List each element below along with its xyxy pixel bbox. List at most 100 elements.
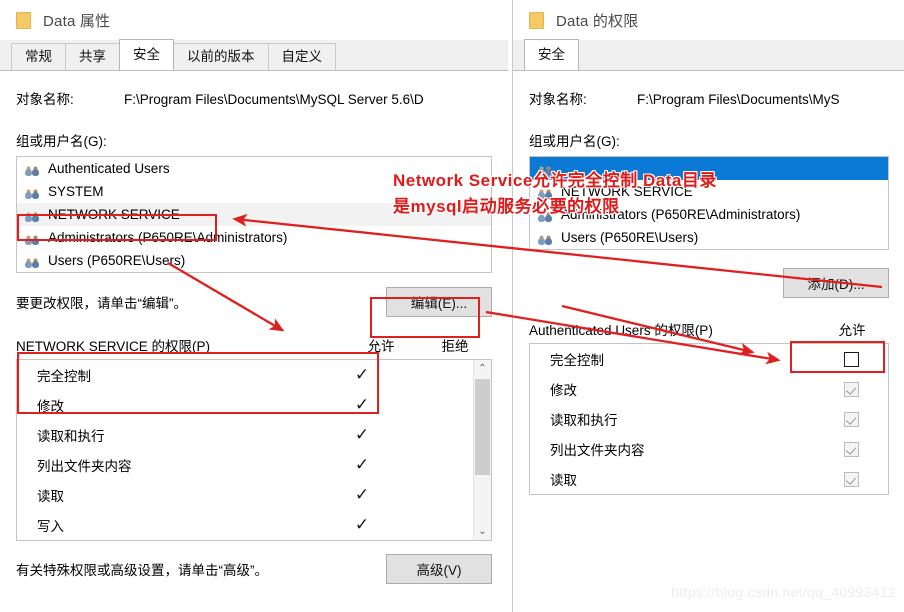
folder-icon <box>529 11 544 29</box>
permission-name: 读取 <box>550 473 577 488</box>
allow-cell[interactable]: ✓ <box>325 514 399 535</box>
allow-cell[interactable]: ✓ <box>325 396 399 414</box>
tab-security[interactable]: 安全 <box>524 39 579 70</box>
add-button-row: 添加(D)... <box>529 268 889 298</box>
left-titlebar: Data 属性 <box>0 0 508 40</box>
left-tabstrip: 常规 共享 安全 以前的版本 自定义 <box>0 39 508 71</box>
list-item-label: Administrators (P650RE\Administrators) <box>561 207 801 222</box>
allow-cell[interactable] <box>814 471 888 487</box>
list-item[interactable]: NETWORK SERVICE <box>530 180 888 203</box>
tab-security[interactable]: 安全 <box>119 39 174 70</box>
list-item-selected[interactable] <box>530 157 888 180</box>
allow-cell[interactable]: ✓ <box>325 426 399 444</box>
list-item[interactable]: Administrators (P650RE\Administrators) <box>530 203 888 226</box>
object-name-label: 对象名称: <box>529 92 587 107</box>
allow-cell[interactable] <box>814 441 888 457</box>
permissions-table: 完全控制 修改 读取和执行 列出文件夹内容 读取 <box>529 343 889 495</box>
table-row[interactable]: 读取 ✓ <box>17 480 473 510</box>
permission-name: 修改 <box>37 399 64 414</box>
allow-cell[interactable] <box>814 351 888 367</box>
allow-cell[interactable] <box>814 381 888 397</box>
checkbox-unchecked-icon[interactable] <box>843 351 859 367</box>
permission-name: 写入 <box>37 519 64 534</box>
scrollbar-thumb[interactable] <box>475 379 490 475</box>
allow-cell[interactable] <box>814 411 888 427</box>
list-item-label: Users (P650RE\Users) <box>48 253 186 268</box>
permissions-rows: 完全控制 修改 读取和执行 列出文件夹内容 读取 <box>530 344 888 494</box>
list-item-label: Administrators (P650RE\Administrators) <box>48 230 288 245</box>
object-name-label: 对象名称: <box>16 92 74 107</box>
list-item[interactable]: SYSTEM <box>17 180 491 203</box>
allow-cell[interactable]: ✓ <box>325 364 399 385</box>
list-item[interactable]: Users (P650RE\Users) <box>17 249 491 272</box>
table-row[interactable]: 修改 ✓ <box>17 390 473 420</box>
permissions-header: Authenticated Users 的权限(P) 允许 <box>529 319 889 343</box>
permission-name: 读取 <box>37 489 64 504</box>
table-row[interactable]: 列出文件夹内容 ✓ <box>17 450 473 480</box>
permission-name: 修改 <box>550 383 577 398</box>
table-row[interactable]: 完全控制 <box>530 344 888 374</box>
table-row[interactable]: 修改 <box>530 374 888 404</box>
advanced-row: 有关特殊权限或高级设置，请单击“高级”。 高级(V) <box>16 554 492 584</box>
tab-sharing[interactable]: 共享 <box>65 43 120 70</box>
data-properties-window: Data 属性 常规 共享 安全 以前的版本 自定义 对象名称: F:\Prog… <box>0 0 508 612</box>
left-window-title: Data 属性 <box>43 12 111 30</box>
group-or-username-list[interactable]: NETWORK SERVICE Administrators (P650RE\A… <box>529 156 889 250</box>
object-name-row: 对象名称: F:\Program Files\Documents\MySQL S… <box>16 88 492 108</box>
check-icon: ✓ <box>354 364 370 385</box>
permissions-header: NETWORK SERVICE 的权限(P) 允许 拒绝 <box>16 335 492 359</box>
scroll-down-icon[interactable]: ⌄ <box>474 523 491 540</box>
permission-name: 读取和执行 <box>550 413 618 428</box>
list-item[interactable]: Users (P650RE\Users) <box>530 226 888 249</box>
permissions-rows: 完全控制 ✓ 修改 ✓ 读取和执行 ✓ 列出文件夹内容 ✓ 读取 ✓ 写入 ✓ <box>17 360 473 540</box>
permissions-scrollbar[interactable]: ⌃ ⌄ <box>473 360 492 540</box>
add-button[interactable]: 添加(D)... <box>783 268 889 298</box>
table-row-full-control[interactable]: 完全控制 ✓ <box>17 360 473 390</box>
scroll-up-icon[interactable]: ⌃ <box>474 360 491 377</box>
checkbox-checked-disabled-icon <box>843 471 859 487</box>
users-group-icon <box>538 231 554 245</box>
advanced-hint-text: 有关特殊权限或高级设置，请单击“高级”。 <box>16 563 268 578</box>
tab-previous-versions[interactable]: 以前的版本 <box>173 43 269 70</box>
edit-button[interactable]: 编辑(E)... <box>386 287 492 317</box>
table-row[interactable]: 读取和执行 ✓ <box>17 420 473 450</box>
data-permissions-window: Data 的权限 安全 对象名称: F:\Program Files\Docum… <box>512 0 904 612</box>
table-row[interactable]: 列出文件夹内容 <box>530 434 888 464</box>
right-tabstrip: 安全 <box>513 39 904 71</box>
list-item-network-service[interactable]: NETWORK SERVICE <box>17 203 491 226</box>
group-or-username-list[interactable]: Authenticated Users SYSTEM NETWORK SERVI… <box>16 156 492 273</box>
allow-cell[interactable]: ✓ <box>325 454 399 475</box>
check-icon: ✓ <box>354 484 370 505</box>
permissions-table: 完全控制 ✓ 修改 ✓ 读取和执行 ✓ 列出文件夹内容 ✓ 读取 ✓ 写入 ✓ … <box>16 359 492 541</box>
edit-hint-text: 要更改权限，请单击“编辑”。 <box>16 296 187 311</box>
table-row[interactable]: 读取和执行 <box>530 404 888 434</box>
permission-name: 列出文件夹内容 <box>37 459 132 474</box>
check-icon: ✓ <box>354 514 370 535</box>
table-row[interactable]: 读取 <box>530 464 888 494</box>
list-item-label: SYSTEM <box>48 184 104 199</box>
permission-name: 完全控制 <box>550 353 604 368</box>
object-name-row: 对象名称: F:\Program Files\Documents\MyS <box>529 88 889 108</box>
tab-customize[interactable]: 自定义 <box>267 43 336 70</box>
edit-hint-row: 要更改权限，请单击“编辑”。 编辑(E)... <box>16 287 492 317</box>
right-titlebar: Data 的权限 <box>513 0 904 40</box>
folder-icon <box>16 11 31 29</box>
list-item[interactable]: Administrators (P650RE\Administrators) <box>17 226 491 249</box>
tab-general[interactable]: 常规 <box>11 43 66 70</box>
users-group-icon <box>25 254 41 268</box>
check-icon: ✓ <box>354 454 370 475</box>
list-item-label: Authenticated Users <box>48 161 170 176</box>
users-group-icon <box>538 208 554 222</box>
list-item[interactable]: Authenticated Users <box>17 157 491 180</box>
permissions-title: Authenticated Users 的权限(P) <box>529 323 713 338</box>
allow-cell[interactable]: ✓ <box>325 484 399 505</box>
right-dialog-body: 对象名称: F:\Program Files\Documents\MyS 组或用… <box>513 88 904 495</box>
column-header-deny: 拒绝 <box>441 339 469 354</box>
users-group-icon <box>25 231 41 245</box>
permissions-title: NETWORK SERVICE 的权限(P) <box>16 339 211 354</box>
advanced-button[interactable]: 高级(V) <box>386 554 492 584</box>
group-or-username-label: 组或用户名(G): <box>16 134 107 149</box>
object-name-value: F:\Program Files\Documents\MySQL Server … <box>124 92 424 107</box>
users-group-icon <box>538 162 554 176</box>
table-row[interactable]: 写入 ✓ <box>17 510 473 540</box>
